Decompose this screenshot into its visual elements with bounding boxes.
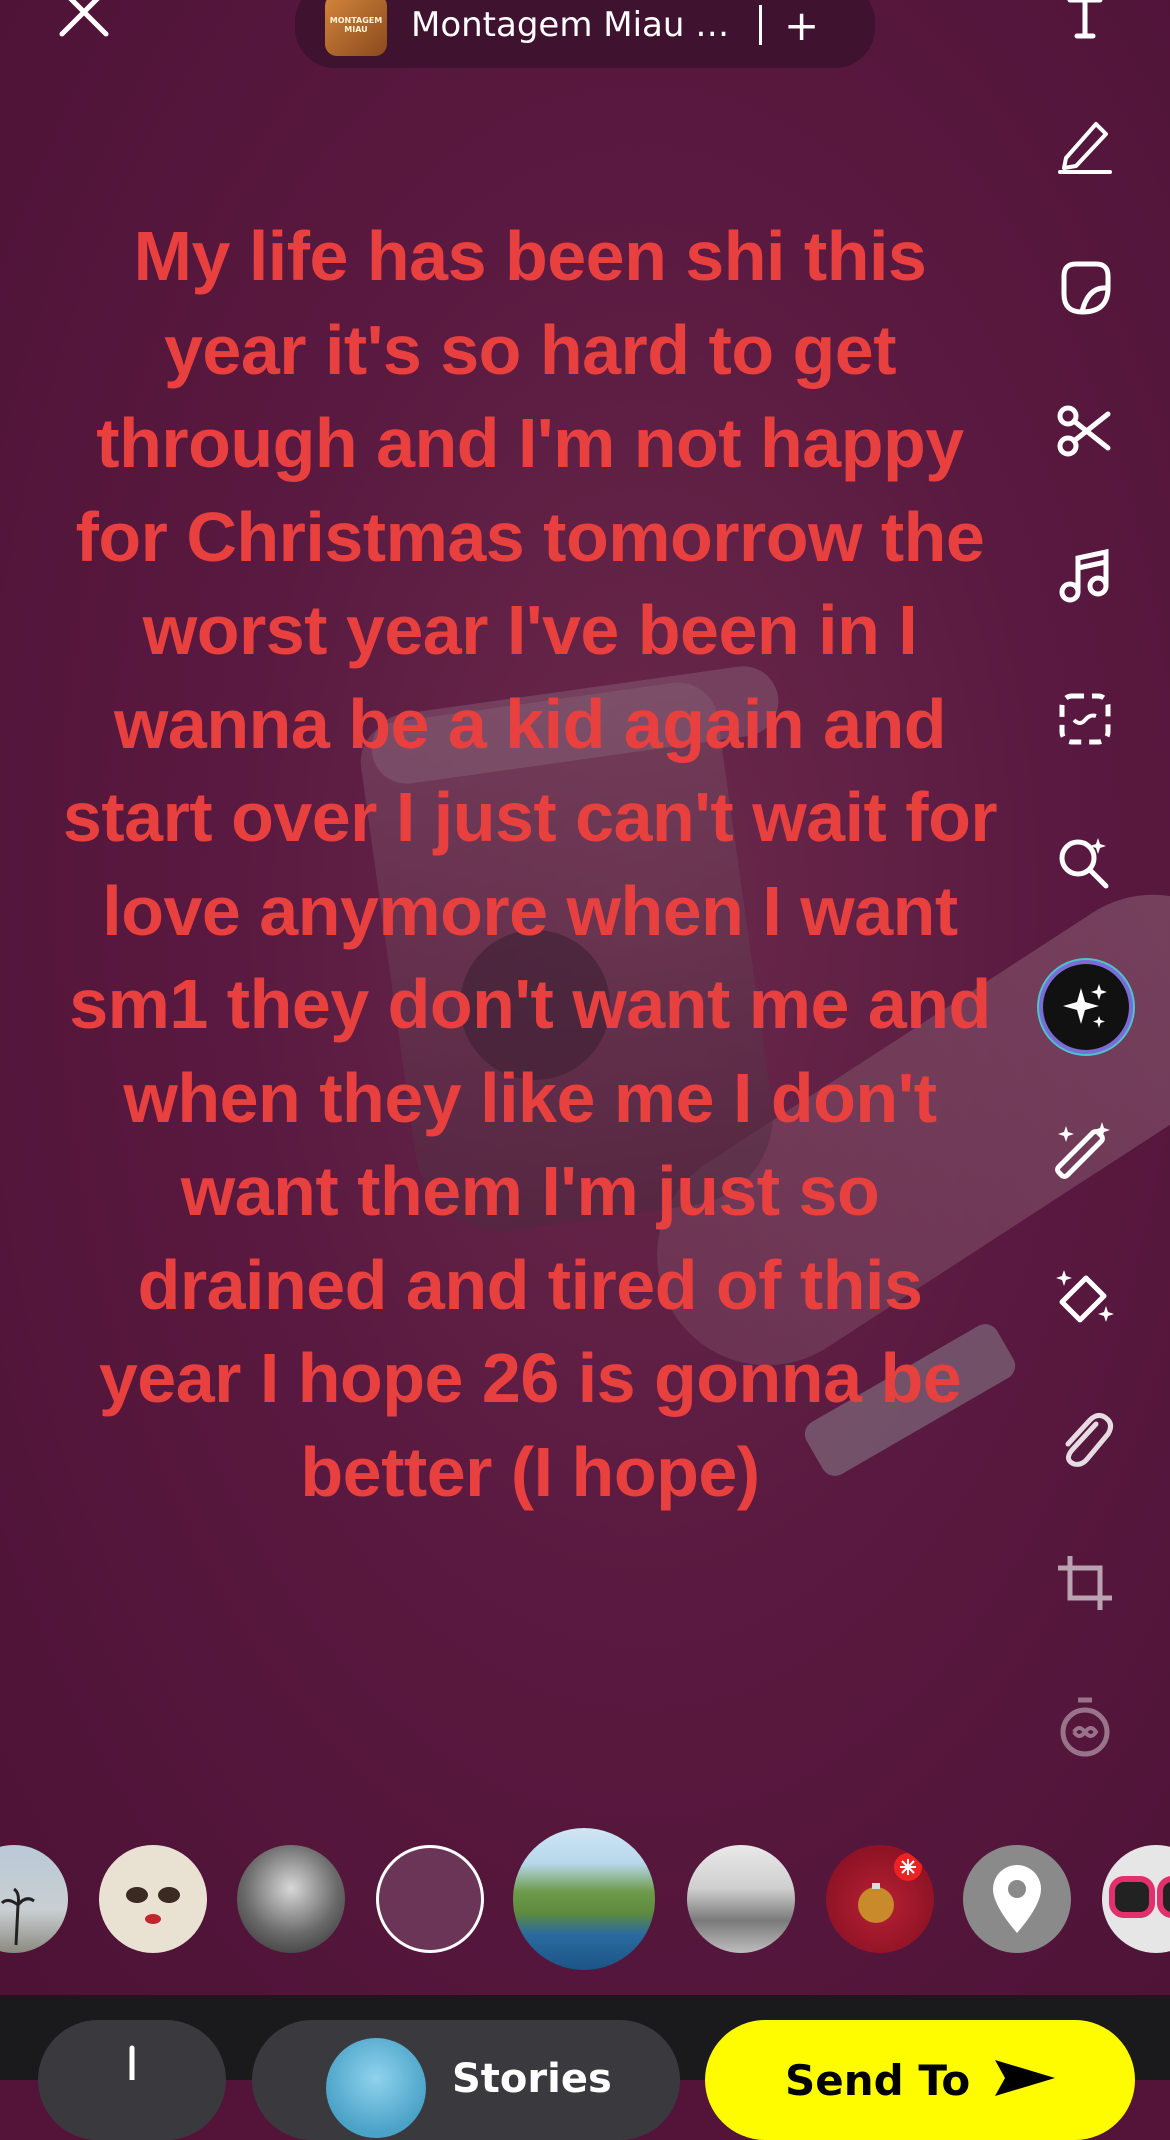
sound-title: Montagem Miau - L...	[411, 5, 731, 45]
lens-mountain-lake[interactable]	[513, 1828, 655, 1970]
text-icon	[1067, 0, 1103, 39]
download-icon	[129, 2045, 135, 2083]
divider	[759, 5, 762, 45]
lens-portrait[interactable]	[237, 1845, 345, 1953]
text-tool-button[interactable]	[1045, 0, 1125, 55]
attach-link-button[interactable]	[1045, 1399, 1125, 1479]
sticker-tool-button[interactable]	[1045, 247, 1125, 327]
lens-christmas-ornament[interactable]	[826, 1845, 934, 1953]
close-button[interactable]	[52, 0, 116, 44]
crop-icon	[1058, 1556, 1112, 1610]
stories-button[interactable]: Stories	[252, 2020, 680, 2140]
lens-cute-face[interactable]	[99, 1845, 207, 1953]
scan-tool-button[interactable]	[1045, 679, 1125, 759]
lens-search-button[interactable]	[1045, 823, 1125, 903]
timer-button[interactable]	[1045, 1687, 1125, 1767]
draw-tool-button[interactable]	[1045, 103, 1125, 183]
ai-tool-button[interactable]	[1043, 964, 1129, 1050]
eraser-icon	[1056, 1270, 1114, 1323]
scan-icon	[1059, 693, 1111, 745]
magic-wand-button[interactable]	[1045, 1111, 1125, 1191]
save-button[interactable]	[38, 2020, 226, 2140]
lens-empty-color[interactable]	[376, 1845, 484, 1953]
scissors-tool-button[interactable]	[1045, 391, 1125, 471]
magic-wand-icon	[1055, 1122, 1110, 1179]
music-note-icon	[1059, 548, 1109, 603]
music-tool-button[interactable]	[1045, 535, 1125, 615]
send-to-label: Send To	[785, 2056, 971, 2105]
photo-canvas[interactable]: My life has been shi this year it's so h…	[0, 0, 1170, 1995]
scissors-icon	[1057, 405, 1111, 457]
eraser-button[interactable]	[1045, 1255, 1125, 1335]
caption-text[interactable]: My life has been shi this year it's so h…	[60, 210, 1000, 1519]
pencil-icon	[1058, 122, 1112, 174]
timer-infinity-icon	[1060, 1697, 1110, 1757]
lens-location[interactable]	[963, 1845, 1071, 1953]
add-sound-button[interactable]: +	[784, 1, 819, 50]
bitmoji-avatar	[326, 2038, 426, 2138]
sound-selector[interactable]: MONTAGEM MIAU Montagem Miau - L... +	[295, 0, 875, 68]
lens-mountain-bw[interactable]	[687, 1845, 795, 1953]
paperclip-icon	[1065, 1412, 1114, 1467]
cute-face-icon	[126, 1887, 180, 1924]
sound-artwork: MONTAGEM MIAU	[325, 0, 387, 56]
search-sparkle-icon	[1059, 838, 1109, 889]
stories-label: Stories	[452, 2056, 612, 2102]
close-icon	[59, 0, 109, 37]
sticker-icon	[1061, 261, 1111, 315]
crop-button[interactable]	[1045, 1543, 1125, 1623]
location-pin-icon	[993, 1865, 1041, 1933]
ai-sparkle-icon	[1063, 984, 1107, 1028]
send-arrow-icon	[995, 2060, 1055, 2096]
ornament-icon	[858, 1853, 922, 1923]
send-to-button[interactable]: Send To	[705, 2020, 1135, 2140]
